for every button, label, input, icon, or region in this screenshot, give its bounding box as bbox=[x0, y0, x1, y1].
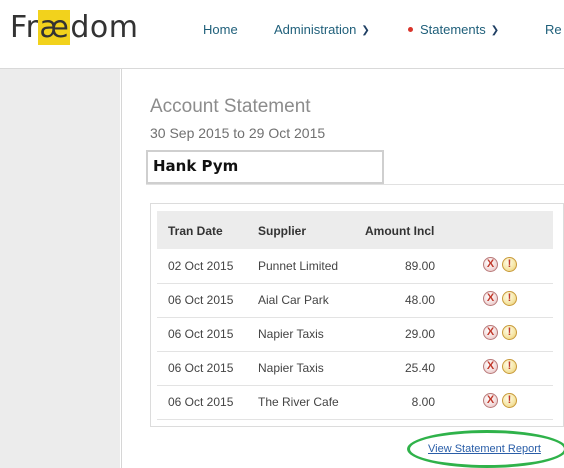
flag-exclamation-icon[interactable]: ! bbox=[502, 291, 517, 306]
cell-supplier: Aial Car Park bbox=[258, 293, 329, 307]
logo-suffix: dom bbox=[70, 10, 139, 45]
cell-date: 06 Oct 2015 bbox=[168, 293, 234, 307]
nav-home-label: Home bbox=[203, 22, 238, 37]
table-row: 06 Oct 2015 The River Cafe 8.00 X ! bbox=[157, 385, 553, 420]
nav-administration-label: Administration bbox=[274, 22, 357, 37]
table-row: 06 Oct 2015 Napier Taxis 29.00 X ! bbox=[157, 317, 553, 352]
nav-home[interactable]: Home bbox=[203, 22, 238, 37]
statement-table: Tran Date Supplier Amount Incl 02 Oct 20… bbox=[150, 203, 564, 427]
cell-supplier: The River Cafe bbox=[258, 395, 339, 409]
top-header: Frædom Home Administration ❯ Statements ❯ … bbox=[0, 0, 564, 69]
active-dot-icon bbox=[408, 27, 413, 32]
reject-x-icon[interactable]: X bbox=[483, 291, 498, 306]
flag-exclamation-icon[interactable]: ! bbox=[502, 393, 517, 408]
freedom-logo[interactable]: Frædom bbox=[10, 10, 139, 45]
left-gray-pane bbox=[0, 69, 120, 468]
nav-reports[interactable]: Re bbox=[545, 22, 562, 37]
reject-x-icon[interactable]: X bbox=[483, 257, 498, 272]
account-name-box: Hank Pym bbox=[146, 150, 384, 184]
cell-date: 06 Oct 2015 bbox=[168, 395, 234, 409]
page-title: Account Statement bbox=[150, 96, 311, 117]
cell-date: 02 Oct 2015 bbox=[168, 259, 234, 273]
reject-x-icon[interactable]: X bbox=[483, 393, 498, 408]
cell-amount: 89.00 bbox=[404, 259, 435, 273]
view-statement-report-link[interactable]: View Statement Report bbox=[428, 443, 541, 455]
column-header-tran-date: Tran Date bbox=[168, 224, 223, 238]
cell-amount: 8.00 bbox=[411, 395, 435, 409]
chevron-down-icon: ❯ bbox=[490, 25, 500, 36]
cell-supplier: Napier Taxis bbox=[258, 327, 324, 341]
nav-reports-label: Re bbox=[545, 22, 562, 37]
column-header-supplier: Supplier bbox=[258, 224, 307, 238]
account-name: Hank Pym bbox=[153, 157, 239, 175]
reject-x-icon[interactable]: X bbox=[483, 325, 498, 340]
logo-highlight: æ bbox=[38, 10, 71, 45]
cell-date: 06 Oct 2015 bbox=[168, 327, 234, 341]
cell-supplier: Punnet Limited bbox=[258, 259, 339, 273]
flag-exclamation-icon[interactable]: ! bbox=[502, 325, 517, 340]
cell-supplier: Napier Taxis bbox=[258, 361, 324, 375]
cell-date: 06 Oct 2015 bbox=[168, 361, 234, 375]
flag-exclamation-icon[interactable]: ! bbox=[502, 257, 517, 272]
section-divider bbox=[146, 184, 564, 185]
nav-administration[interactable]: Administration ❯ bbox=[274, 22, 370, 37]
cell-amount: 48.00 bbox=[404, 293, 435, 307]
app-window: Frædom Home Administration ❯ Statements ❯ … bbox=[0, 0, 564, 468]
chevron-down-icon: ❯ bbox=[361, 25, 370, 36]
nav-statements-label: Statements bbox=[420, 22, 486, 37]
statement-date-range: 30 Sep 2015 to 29 Oct 2015 bbox=[150, 125, 326, 141]
table-header: Tran Date Supplier Amount Incl bbox=[157, 211, 553, 249]
nav-statements[interactable]: Statements ❯ bbox=[408, 22, 499, 37]
flag-exclamation-icon[interactable]: ! bbox=[502, 359, 517, 374]
cell-amount: 29.00 bbox=[404, 327, 435, 341]
logo-prefix: Fr bbox=[10, 10, 39, 45]
column-header-amount: Amount Incl bbox=[365, 224, 435, 238]
table-row: 02 Oct 2015 Punnet Limited 89.00 X ! bbox=[157, 249, 553, 284]
cell-amount: 25.40 bbox=[404, 361, 435, 375]
table-row: 06 Oct 2015 Napier Taxis 25.40 X ! bbox=[157, 351, 553, 386]
table-row: 06 Oct 2015 Aial Car Park 48.00 X ! bbox=[157, 283, 553, 318]
reject-x-icon[interactable]: X bbox=[483, 359, 498, 374]
